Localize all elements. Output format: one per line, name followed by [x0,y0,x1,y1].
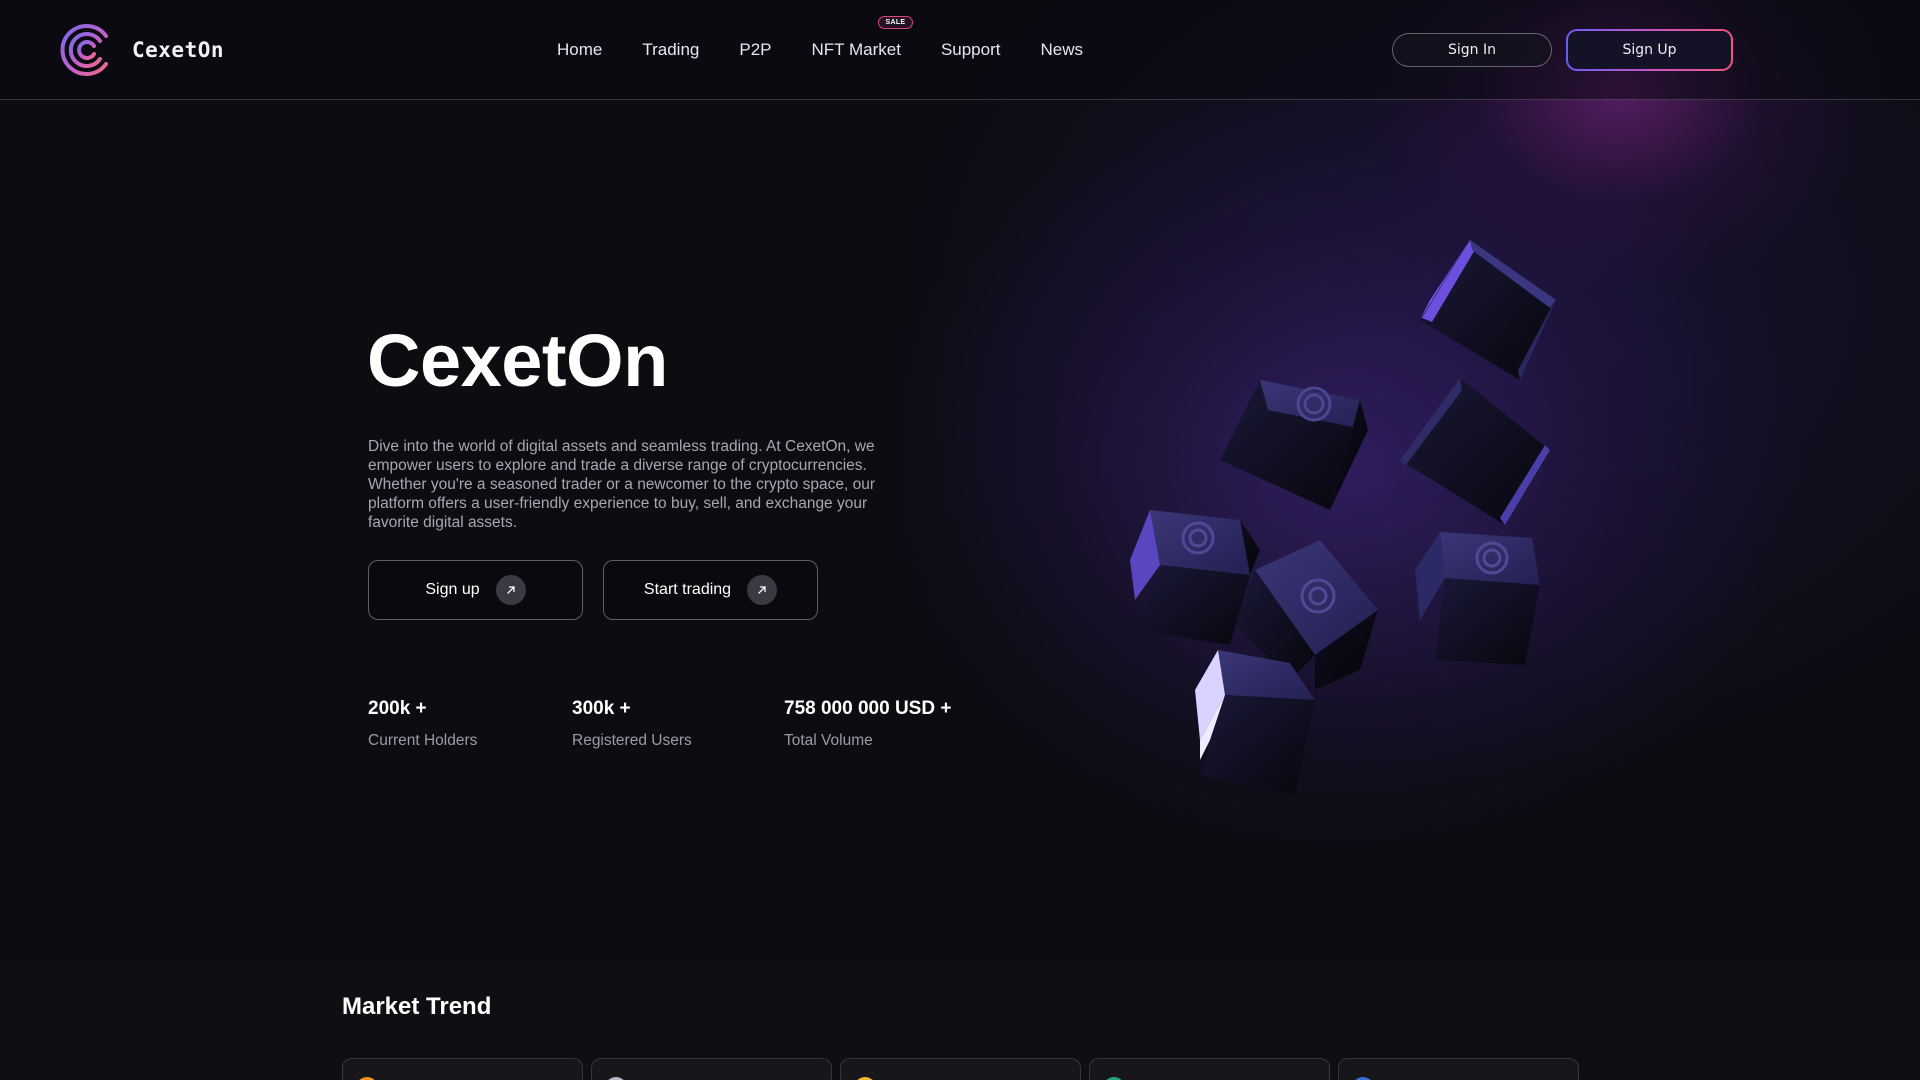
stat-current-holders: 200k + Current Holders [368,698,477,750]
top-header: CexetOn Home Trading P2P NFT Market SALE… [0,0,1920,100]
nav-p2p[interactable]: P2P [739,40,771,60]
stat-total-volume: 758 000 000 USD + Total Volume [784,698,951,750]
stat-value: 200k + [368,698,427,719]
cexeton-logo-icon [60,24,108,76]
market-cards [342,1058,1579,1080]
hero-signup-button[interactable]: Sign up [368,560,583,620]
hero-signup-label: Sign up [425,581,480,598]
stat-label: Registered Users [572,732,692,749]
page: CexetOn Home Trading P2P NFT Market SALE… [0,0,1920,1080]
sign-in-button[interactable]: Sign In [1392,33,1552,67]
sign-up-button[interactable]: Sign Up [1566,29,1733,71]
cube-icon [1220,380,1368,510]
nav-home[interactable]: Home [557,40,602,60]
stat-label: Current Holders [368,732,478,749]
hero-start-trading-button[interactable]: Start trading [603,560,818,620]
market-card[interactable] [342,1058,583,1080]
market-card[interactable] [1338,1058,1579,1080]
main-nav: Home Trading P2P NFT Market SALE Support… [557,0,1083,100]
arrow-up-right-icon [495,575,526,605]
market-trend-title: Market Trend [342,993,492,1020]
stat-value: 300k + [572,698,631,719]
hero-description: Dive into the world of digital assets an… [368,438,875,531]
sale-badge: SALE [877,16,914,29]
nav-nft-market-label: NFT Market [811,40,901,59]
hero-cubes-illustration [1130,240,1556,795]
market-card[interactable] [1089,1058,1330,1080]
market-card[interactable] [840,1058,1081,1080]
hero-title: CexetOn [367,319,668,402]
cube-icon [1420,240,1556,380]
cube-icon [1400,378,1550,525]
brand-name: CexetOn [132,38,225,62]
brand-logo[interactable]: CexetOn [60,22,224,78]
nav-support[interactable]: Support [941,40,1001,60]
nav-nft-market[interactable]: NFT Market SALE [811,16,914,60]
arrow-up-right-icon [747,575,778,605]
market-trend-section: Market Trend [0,965,1920,1080]
stat-label: Total Volume [784,732,873,749]
hero-start-trading-label: Start trading [643,581,732,598]
nav-news[interactable]: News [1040,40,1083,60]
market-card[interactable] [591,1058,832,1080]
stat-value: 758 000 000 USD + [784,698,952,719]
stat-registered-users: 300k + Registered Users [572,698,692,750]
cube-icon [1415,532,1540,665]
nav-trading[interactable]: Trading [642,40,699,60]
